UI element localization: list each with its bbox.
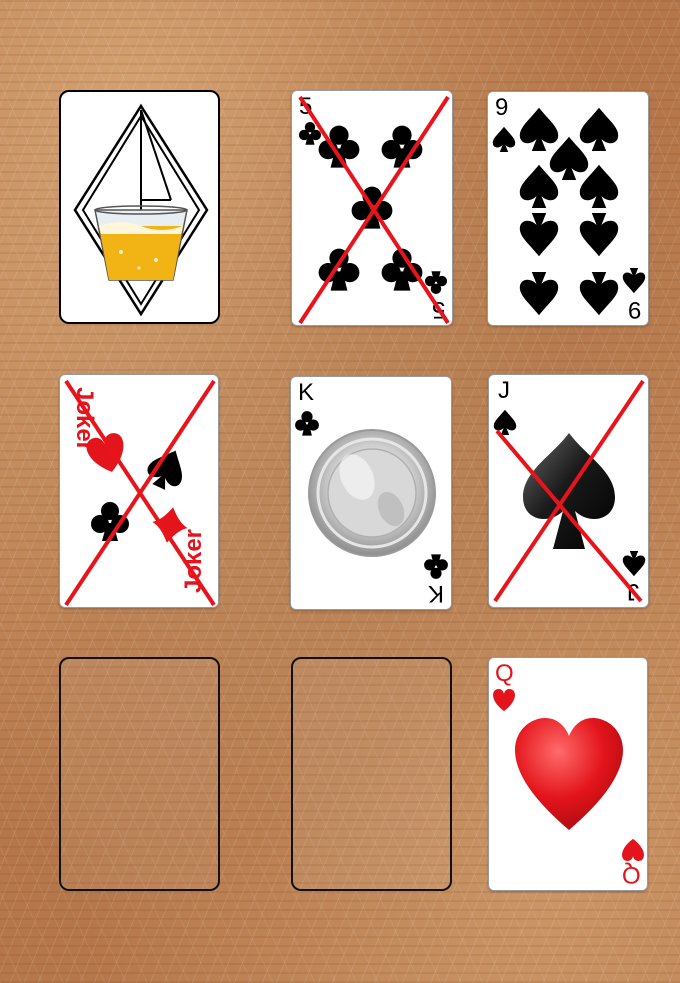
- king-clubs-face: [295, 411, 448, 579]
- card-back-deck[interactable]: [59, 90, 220, 324]
- card-nine-of-spades[interactable]: 9 9: [487, 91, 649, 326]
- beer-glass-diamond-icon: [73, 103, 209, 317]
- card-queen-of-hearts[interactable]: Q Q: [488, 657, 648, 891]
- card-king-of-clubs[interactable]: K K: [290, 376, 452, 610]
- queen-hearts-face: [493, 689, 644, 861]
- cross-line-a: [493, 379, 645, 603]
- joker-suits-icon: [64, 379, 216, 607]
- card-jack-of-spades[interactable]: J J: [488, 374, 649, 608]
- jack-spades-face: [493, 379, 646, 603]
- empty-card-slot[interactable]: [291, 657, 452, 891]
- card-five-of-clubs[interactable]: 5 5: [291, 90, 453, 326]
- large-heart-icon: [515, 718, 623, 830]
- empty-card-slot[interactable]: [59, 657, 220, 891]
- shot-glass-icon: [308, 429, 436, 557]
- spades-pips: [492, 107, 646, 316]
- clubs-pips: [298, 95, 450, 325]
- card-joker[interactable]: Joker Joker: [59, 374, 219, 608]
